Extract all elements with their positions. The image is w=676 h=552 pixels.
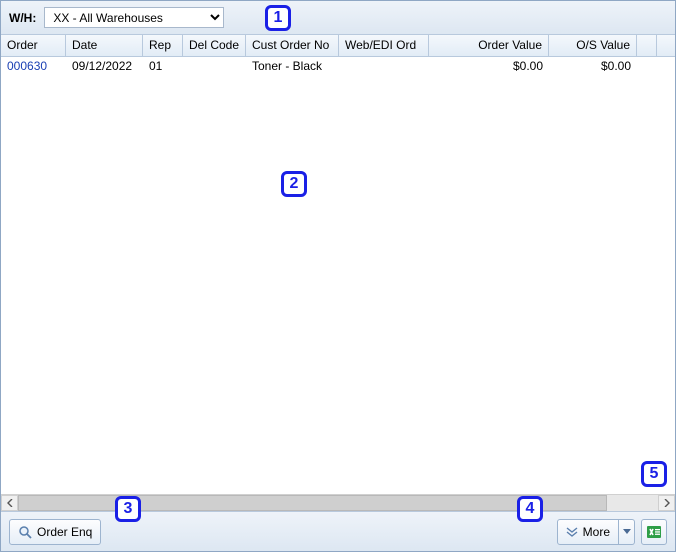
cell-cust-order-no: Toner - Black bbox=[246, 57, 339, 76]
scroll-track[interactable] bbox=[18, 495, 658, 511]
chevron-double-down-icon bbox=[566, 527, 578, 537]
col-date[interactable]: Date bbox=[66, 35, 143, 56]
filter-bar: W/H: XX - All Warehouses bbox=[1, 1, 675, 35]
col-order[interactable]: Order bbox=[1, 35, 66, 56]
callout-2: 2 bbox=[281, 171, 307, 197]
cell-web bbox=[339, 57, 429, 76]
cell-os-value: $0.00 bbox=[549, 57, 637, 76]
orders-grid: Order Date Rep Del Code Cust Order No We… bbox=[1, 35, 675, 511]
warehouse-label: W/H: bbox=[9, 11, 36, 25]
callout-1: 1 bbox=[265, 5, 291, 31]
caret-down-icon bbox=[623, 529, 631, 534]
cell-date: 09/12/2022 bbox=[66, 57, 143, 76]
col-del[interactable]: Del Code bbox=[183, 35, 246, 56]
col-extra bbox=[637, 35, 657, 56]
cell-del bbox=[183, 57, 246, 76]
callout-5: 5 bbox=[641, 461, 667, 487]
cell-order-value: $0.00 bbox=[429, 57, 549, 76]
order-enq-button[interactable]: Order Enq bbox=[9, 519, 101, 545]
callout-3: 3 bbox=[115, 496, 141, 522]
callout-4: 4 bbox=[517, 496, 543, 522]
more-button[interactable]: More bbox=[557, 519, 619, 545]
excel-icon bbox=[646, 524, 662, 540]
scroll-right-icon[interactable] bbox=[658, 495, 675, 511]
more-dropdown-toggle[interactable] bbox=[619, 519, 635, 545]
bottom-toolbar: Order Enq More bbox=[1, 511, 675, 551]
col-order-value[interactable]: Order Value bbox=[429, 35, 549, 56]
horizontal-scrollbar[interactable] bbox=[1, 494, 675, 511]
col-os-value[interactable]: O/S Value bbox=[549, 35, 637, 56]
col-cust-order-no[interactable]: Cust Order No bbox=[246, 35, 339, 56]
grid-body[interactable]: 000630 09/12/2022 01 Toner - Black $0.00… bbox=[1, 57, 675, 494]
cell-rep: 01 bbox=[143, 57, 183, 76]
col-web-edi[interactable]: Web/EDI Ord bbox=[339, 35, 429, 56]
more-button-group: More bbox=[557, 519, 635, 545]
order-enq-label: Order Enq bbox=[37, 525, 92, 539]
warehouse-select[interactable]: XX - All Warehouses bbox=[44, 7, 224, 28]
export-excel-button[interactable] bbox=[641, 519, 667, 545]
magnifier-icon bbox=[18, 525, 32, 539]
grid-header-row: Order Date Rep Del Code Cust Order No We… bbox=[1, 35, 675, 57]
scroll-left-icon[interactable] bbox=[1, 495, 18, 511]
table-row[interactable]: 000630 09/12/2022 01 Toner - Black $0.00… bbox=[1, 57, 675, 77]
col-rep[interactable]: Rep bbox=[143, 35, 183, 56]
orders-window: W/H: XX - All Warehouses Order Date Rep … bbox=[0, 0, 676, 552]
more-label: More bbox=[583, 525, 610, 539]
cell-order[interactable]: 000630 bbox=[1, 57, 66, 76]
